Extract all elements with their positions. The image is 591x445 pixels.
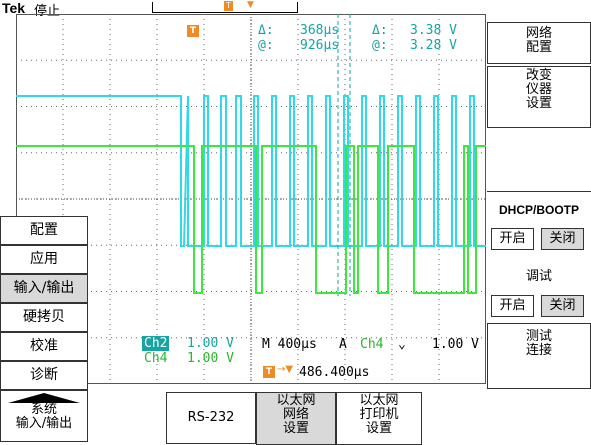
menu-calibration[interactable]: 校准 (0, 332, 88, 361)
cursor-delta-label: Δ: (258, 23, 274, 38)
dhcp-on-option[interactable]: 开启 (491, 228, 534, 250)
timebase-scale: M 400µs (262, 337, 317, 352)
cursor-at-label: @: (258, 38, 274, 53)
cursor-at-volt: 3.28 V (410, 38, 457, 53)
system-menu-button[interactable]: 系统 输入/输出 (0, 390, 88, 442)
trigger-pos-icon: T (263, 366, 275, 378)
trigger-slope-icon: ⌄ (398, 337, 406, 352)
ethernet-network-settings-button[interactable]: 以太网 网络 设置 (256, 392, 336, 445)
dhcp-title: DHCP/BOOTP (498, 203, 579, 217)
cursor-delta-volt: 3.38 V (410, 23, 457, 38)
cursor-delta-time: 368µs (300, 23, 340, 38)
menu-hardcopy[interactable]: 硬拷贝 (0, 303, 88, 332)
menu-application[interactable]: 应用 (0, 245, 88, 274)
ethernet-printer-settings-button[interactable]: 以太网 打印机 设置 (336, 392, 422, 445)
debug-off-option[interactable]: 关闭 (541, 295, 584, 317)
debug-on-option[interactable]: 开启 (491, 295, 534, 317)
dhcp-off-option[interactable]: 关闭 (541, 228, 584, 250)
trigger-position-value: 486.400µs (299, 365, 370, 380)
menu-diagnostics[interactable]: 诊断 (0, 361, 88, 390)
cursor-at-time: 926µs (300, 38, 340, 53)
menu-divider (487, 191, 591, 192)
ch4-scale: 1.00 V (187, 351, 234, 366)
record-trigger-marker: T (224, 1, 233, 11)
ch4-label: Ch4 (144, 351, 168, 366)
debug-title: 调试 (525, 269, 552, 284)
trigger-position-icon: T (187, 25, 199, 37)
menu-io[interactable]: 输入/输出 (0, 274, 88, 303)
cursor-delta-v-label: Δ: (372, 23, 388, 38)
trigger-arrow-icon: →▼ (277, 364, 294, 375)
network-config-button[interactable]: 网络 配置 (487, 22, 591, 64)
trigger-source: Ch4 (360, 337, 384, 352)
trigger-level: 1.00 V (432, 337, 479, 352)
ch2-scale: 1.00 V (187, 336, 234, 351)
menu-config[interactable]: 配置 (0, 216, 88, 245)
trigger-point-icon: ▼ (247, 0, 254, 10)
change-instrument-settings-button[interactable]: 改变 仪器 设置 (487, 66, 591, 128)
test-connection-button[interactable]: 测试 连接 (487, 323, 591, 389)
cursor-at-v-label: @: (372, 38, 388, 53)
ch2-label: Ch2 (142, 336, 170, 351)
rs232-button[interactable]: RS-232 (166, 392, 256, 444)
system-menu-label: 系统 输入/输出 (15, 402, 73, 431)
trigger-type: A (339, 337, 347, 352)
